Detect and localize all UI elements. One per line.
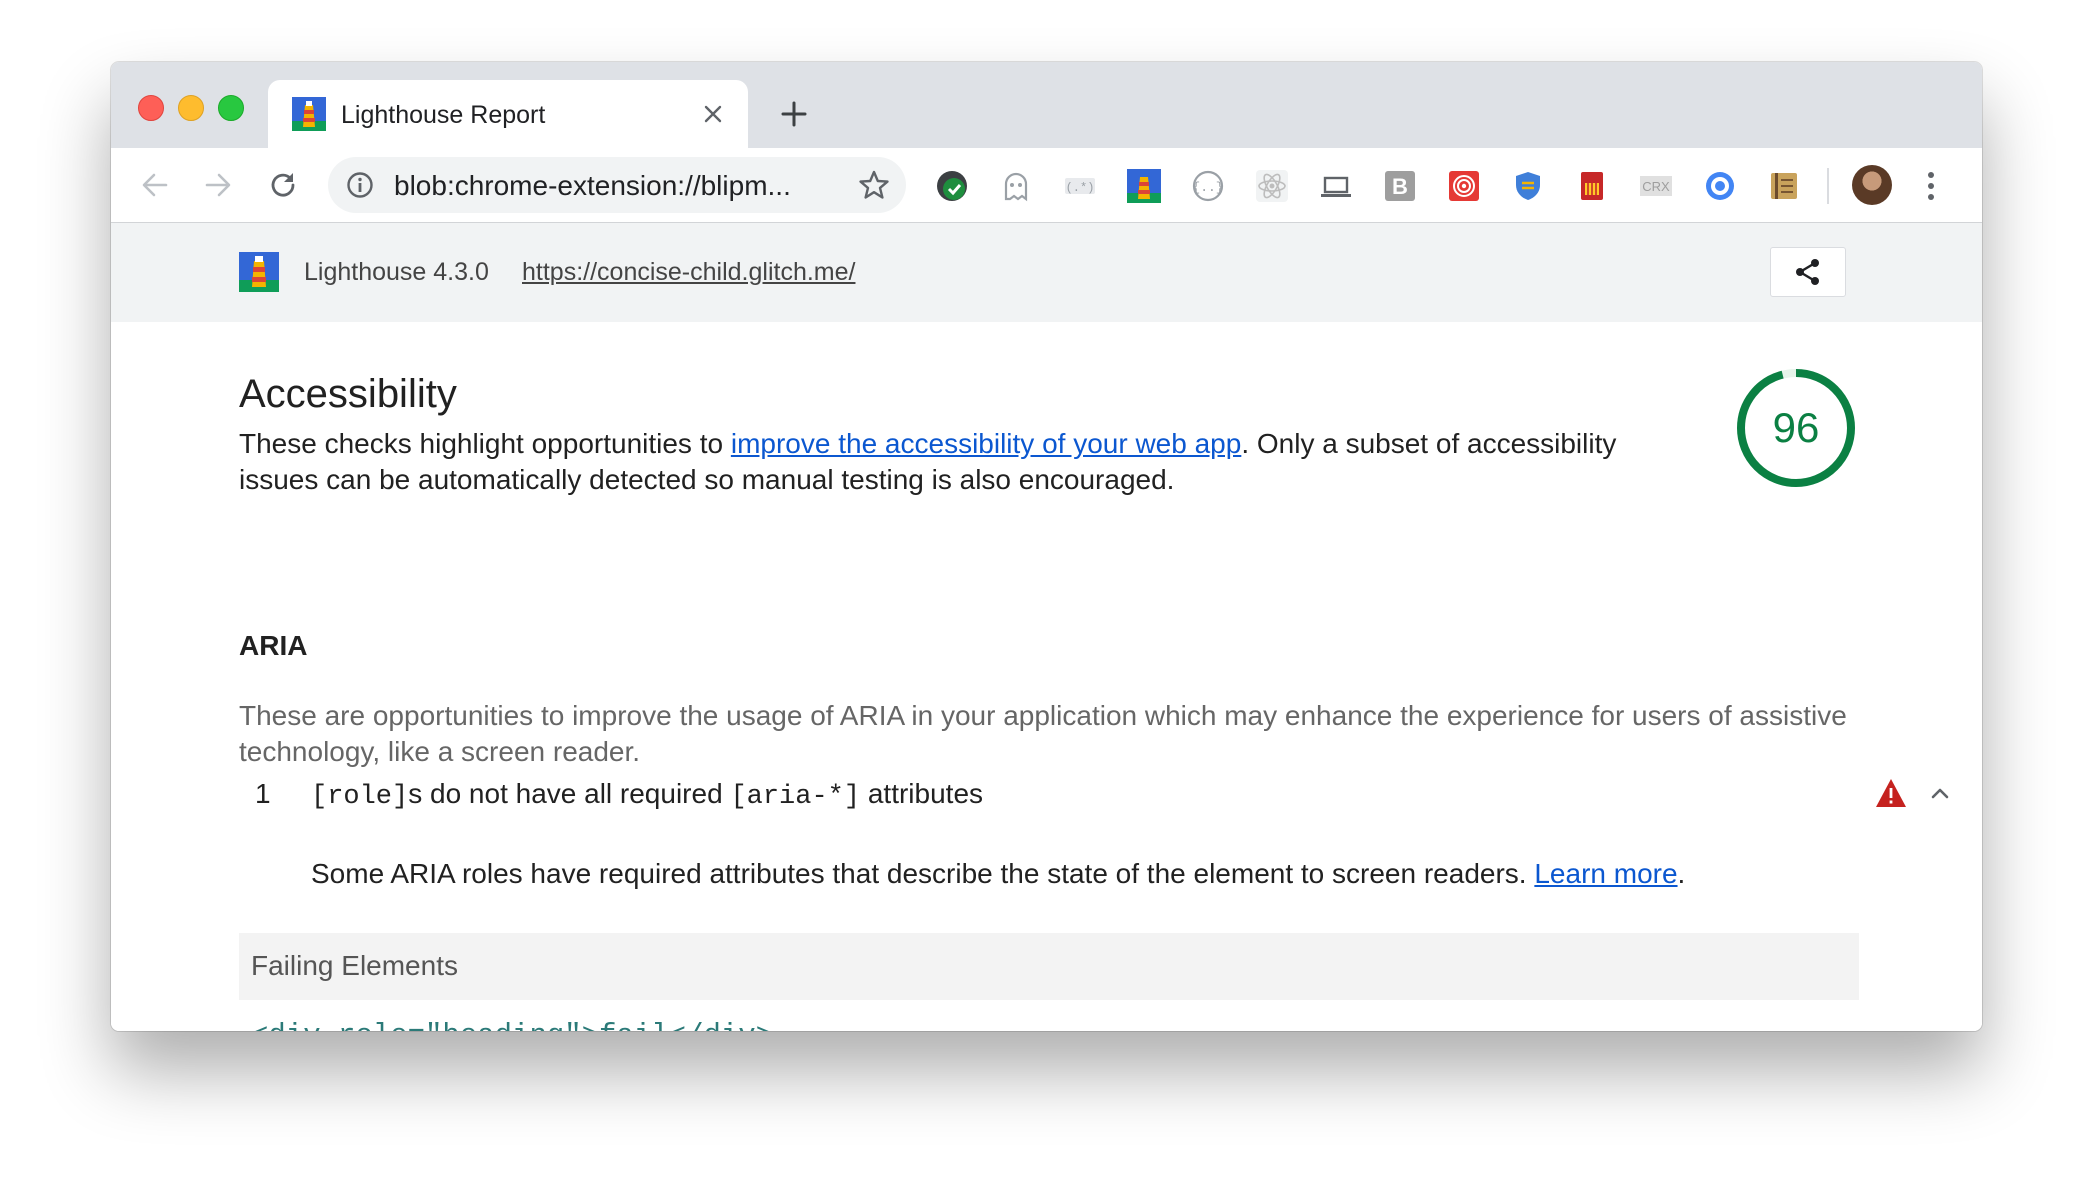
category-description-text: These checks highlight opportunities to	[239, 428, 731, 459]
score-gauge: 96	[1736, 368, 1856, 488]
tab-strip: Lighthouse Report	[111, 62, 1982, 148]
group-title: ARIA	[239, 630, 308, 661]
score-value: 96	[1772, 404, 1820, 451]
back-arrow-icon[interactable]	[135, 165, 175, 205]
target-extension-icon[interactable]	[1703, 169, 1737, 203]
report-topbar: Lighthouse 4.3.0 https://concise-child.g…	[111, 223, 1982, 322]
react-extension-icon[interactable]	[1255, 169, 1289, 203]
audit-description-text: Some ARIA roles have required attributes…	[311, 858, 1535, 889]
audit-title: [role]s do not have all required [aria-*…	[311, 776, 983, 815]
failing-node-snippet: <div role="heading">fail</div>	[251, 1018, 773, 1031]
profile-avatar[interactable]	[1852, 165, 1892, 205]
audited-url-link[interactable]: https://concise-child.glitch.me/	[522, 256, 855, 288]
b-extension-icon[interactable]: B	[1383, 169, 1417, 203]
browser-window: Lighthouse Report blob:chrome-extension:	[111, 62, 1982, 1031]
regex-extension-icon[interactable]: (.*)	[1063, 169, 1097, 203]
audit-title-text-2: attributes	[860, 778, 984, 809]
lighthouse-extension-icon[interactable]	[1127, 169, 1161, 203]
forward-arrow-icon[interactable]	[198, 165, 238, 205]
category-description: These checks highlight opportunities to …	[239, 426, 1689, 498]
shield-extension-icon[interactable]	[1511, 169, 1545, 203]
svg-text:CRX: CRX	[1642, 179, 1670, 194]
minimize-window-button[interactable]	[178, 95, 204, 121]
audit-title-code-2: [aria-*]	[730, 782, 861, 812]
new-tab-button[interactable]	[774, 94, 814, 134]
audit-title-code: [role]	[311, 782, 409, 812]
bookmark-star-icon[interactable]	[858, 169, 890, 201]
address-bar[interactable]: blob:chrome-extension://blipm...	[328, 157, 906, 213]
lighthouse-logo-icon	[239, 252, 279, 292]
audit-title-text: s do not have all required	[408, 778, 731, 809]
failing-elements-header: Failing Elements	[239, 933, 1859, 1000]
json-extension-icon[interactable]: {..}	[1191, 169, 1225, 203]
audit-index: 1	[255, 778, 271, 809]
browser-toolbar: blob:chrome-extension://blipm... (.*) {.…	[111, 148, 1982, 223]
audit-description-end: .	[1677, 858, 1686, 889]
lighthouse-favicon-icon	[292, 97, 326, 131]
url-text[interactable]: blob:chrome-extension://blipm...	[394, 170, 834, 202]
share-button[interactable]	[1770, 247, 1846, 297]
laptop-extension-icon[interactable]	[1319, 169, 1353, 203]
close-window-button[interactable]	[138, 95, 164, 121]
zoom-window-button[interactable]	[218, 95, 244, 121]
fail-warning-icon	[1876, 779, 1906, 807]
tab-title: Lighthouse Report	[341, 101, 546, 129]
group-description: These are opportunities to improve the u…	[239, 700, 1847, 767]
close-tab-icon[interactable]	[696, 97, 730, 131]
more-menu-icon[interactable]	[1921, 167, 1941, 205]
spiral-extension-icon[interactable]	[1447, 169, 1481, 203]
tab-lighthouse-report[interactable]: Lighthouse Report	[268, 80, 748, 148]
lighthouse-version: Lighthouse 4.3.0	[304, 258, 489, 286]
audit-row[interactable]: 1 [role]s do not have all required [aria…	[239, 770, 1949, 818]
chevron-up-icon[interactable]	[1925, 778, 1955, 808]
failing-elements-label: Failing Elements	[251, 950, 458, 981]
svg-text:B: B	[1392, 174, 1408, 199]
accessibility-guide-link[interactable]: improve the accessibility of your web ap…	[731, 428, 1241, 459]
notebook-extension-icon[interactable]	[1767, 169, 1801, 203]
svg-text:{..}: {..}	[1192, 180, 1223, 195]
learn-more-link[interactable]: Learn more	[1534, 858, 1677, 889]
info-icon[interactable]	[346, 171, 374, 199]
reload-icon[interactable]	[263, 165, 303, 205]
report-content: Accessibility These checks highlight opp…	[111, 322, 1982, 1031]
share-icon	[1796, 259, 1819, 285]
toolbar-divider	[1827, 168, 1829, 204]
category-title: Accessibility	[239, 372, 457, 416]
sd-card-extension-icon[interactable]	[1575, 169, 1609, 203]
green-check-extension-icon[interactable]	[935, 169, 969, 203]
audit-description: Some ARIA roles have required attributes…	[311, 856, 1685, 892]
ghost-extension-icon[interactable]	[999, 169, 1033, 203]
crx-extension-icon[interactable]: CRX	[1639, 169, 1673, 203]
svg-text:(.*): (.*)	[1066, 181, 1095, 195]
